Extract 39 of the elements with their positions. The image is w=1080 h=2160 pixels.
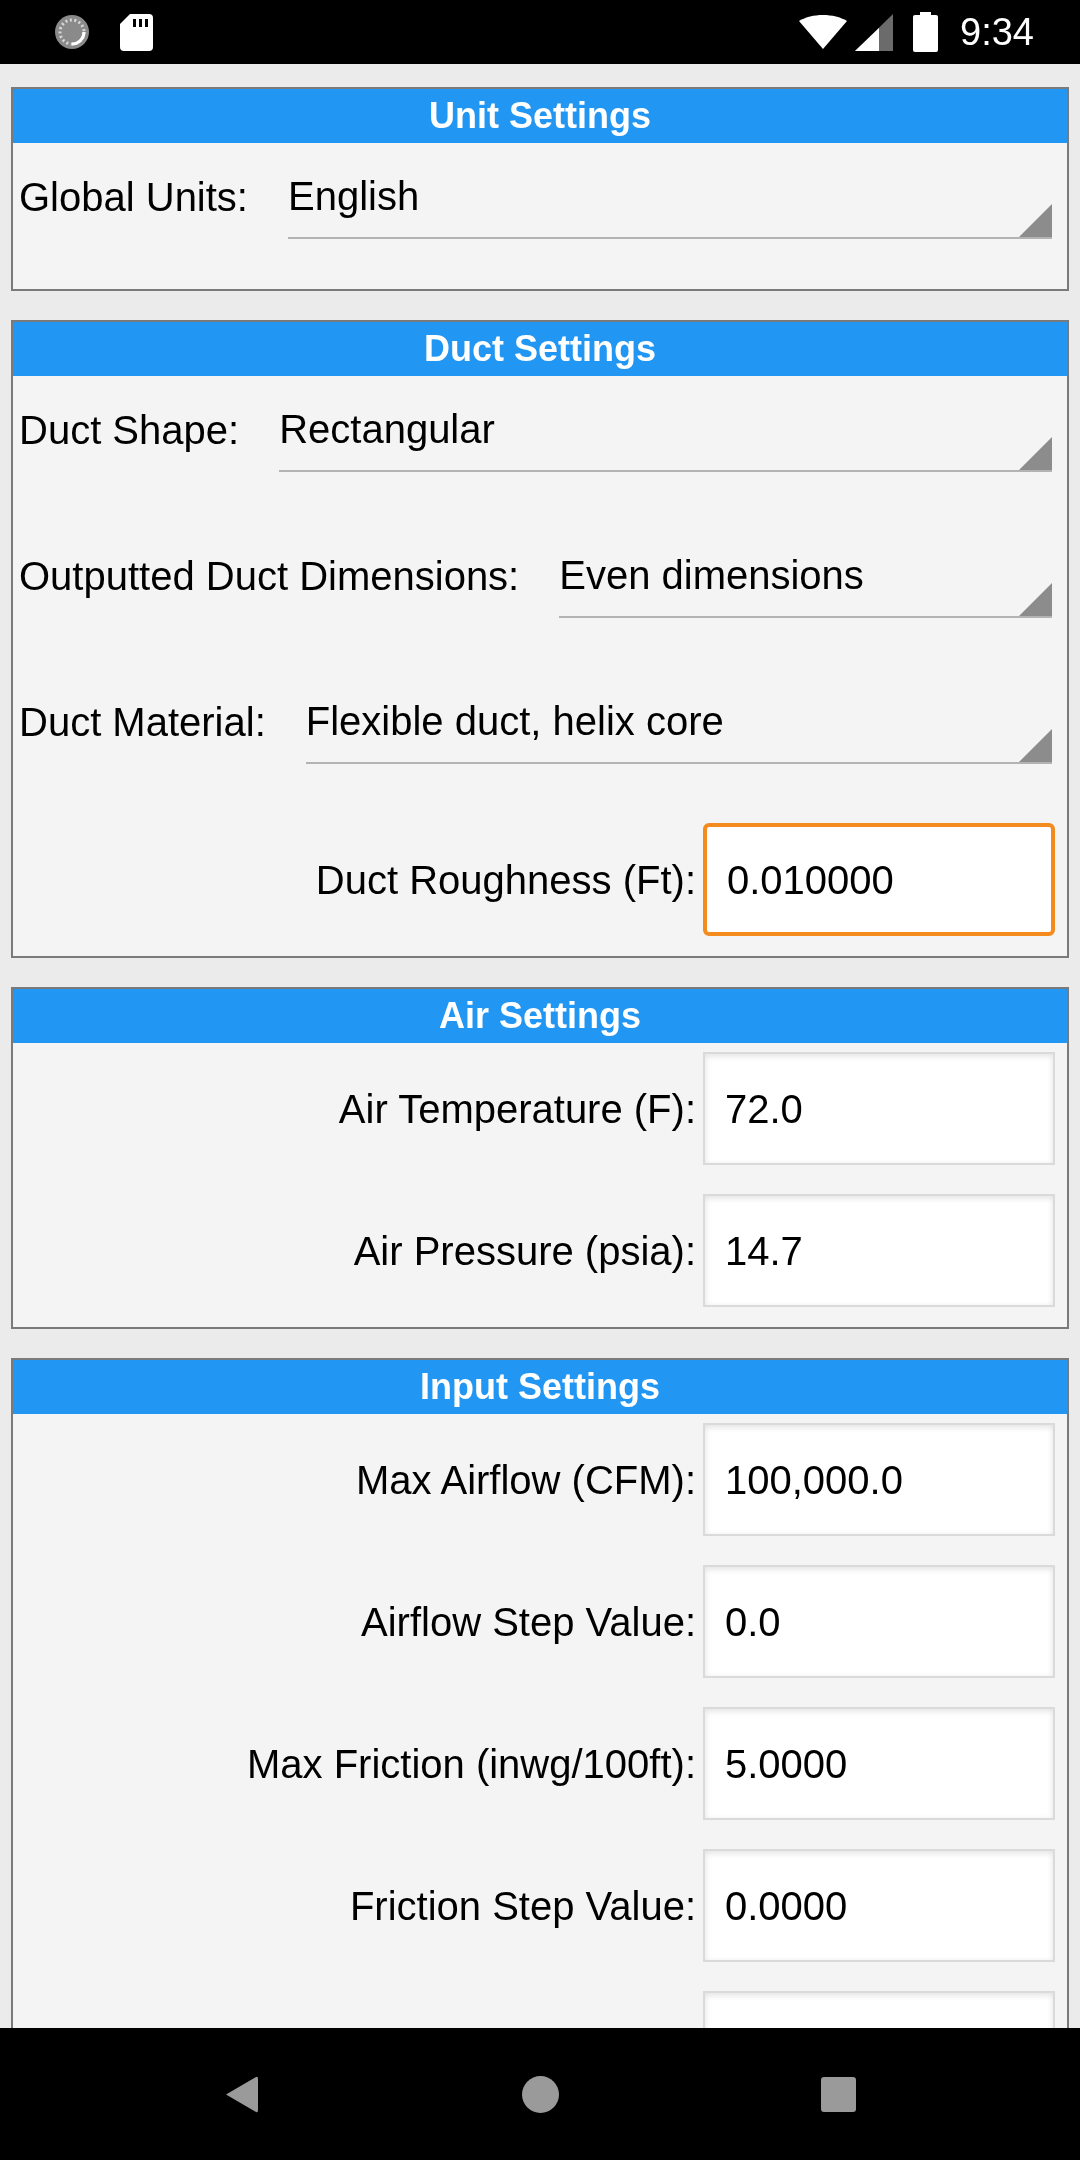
status-time: 9:34 xyxy=(960,13,1034,51)
dropdown-triangle-icon xyxy=(1019,437,1052,470)
section-header: Input Settings xyxy=(13,1360,1067,1414)
input-field[interactable]: 100,000.0 xyxy=(703,1423,1055,1536)
dropdown[interactable]: Rectangular xyxy=(279,394,1052,472)
field-label: Air Temperature (F): xyxy=(338,1085,696,1133)
input-field[interactable]: 5.0000 xyxy=(703,1707,1055,1820)
dropdown[interactable]: English xyxy=(288,161,1052,239)
section-header: Unit Settings xyxy=(13,89,1067,143)
signal-icon xyxy=(855,13,894,51)
field-label: Duct Shape: xyxy=(19,407,240,454)
dropdown-triangle-icon xyxy=(1019,729,1052,762)
wifi-icon xyxy=(799,15,848,49)
battery-icon xyxy=(913,12,939,52)
input-field[interactable]: 0.010000 xyxy=(703,823,1055,936)
section-header: Air Settings xyxy=(13,989,1067,1043)
section-header: Duct Settings xyxy=(13,322,1067,376)
dotted-circle-icon xyxy=(54,14,90,50)
field-label: Outputted Duct Dimensions: xyxy=(19,553,520,600)
dropdown[interactable]: Flexible duct, helix core xyxy=(305,686,1052,764)
field-label: Air Pressure (psia): xyxy=(353,1227,696,1275)
home-icon xyxy=(521,2075,559,2113)
sd-card-icon xyxy=(120,13,153,51)
field-label: Duct Material: xyxy=(19,699,266,746)
field-label: Max Airflow (CFM): xyxy=(356,1456,696,1504)
field-label: Airflow Step Value: xyxy=(361,1598,696,1646)
input-field[interactable]: 0.0 xyxy=(703,1565,1055,1678)
input-field[interactable]: 72.0 xyxy=(703,1052,1055,1165)
dropdown[interactable]: Even dimensions xyxy=(559,540,1052,618)
field-label: Friction Step Value: xyxy=(349,1882,696,1930)
field-label: Max Friction (inwg/100ft): xyxy=(246,1740,696,1788)
recents-icon xyxy=(820,2076,856,2112)
back-icon xyxy=(226,2075,258,2113)
dropdown-triangle-icon xyxy=(1019,204,1052,237)
input-field[interactable]: 14.7 xyxy=(703,1194,1055,1307)
dropdown-triangle-icon xyxy=(1019,583,1052,616)
field-label: Global Units: xyxy=(19,174,248,221)
input-field[interactable]: 0.0000 xyxy=(703,1849,1055,1962)
field-label: Duct Roughness (Ft): xyxy=(315,856,696,904)
